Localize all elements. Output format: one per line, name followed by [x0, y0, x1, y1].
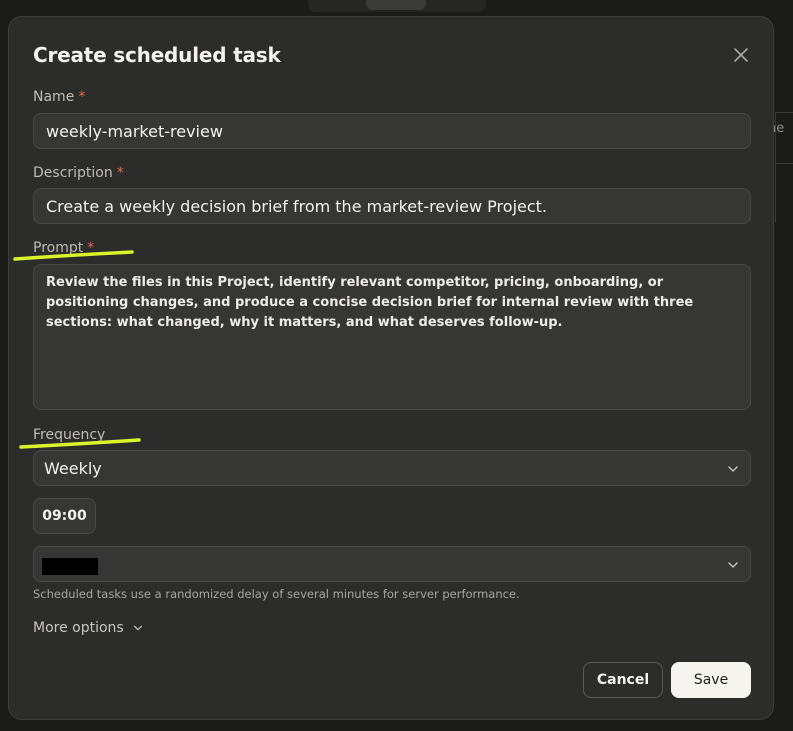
- more-options-toggle[interactable]: More options: [33, 620, 144, 636]
- frequency-label: Frequency: [33, 427, 106, 443]
- more-options-label: More options: [33, 620, 124, 636]
- scheduling-hint: Scheduled tasks use a randomized delay o…: [33, 587, 520, 601]
- close-icon[interactable]: [731, 45, 751, 65]
- create-scheduled-task-dialog: Create scheduled task Name* Description*…: [8, 16, 774, 720]
- frequency-value: Weekly: [44, 459, 102, 478]
- prompt-textarea[interactable]: Review the files in this Project, identi…: [33, 264, 751, 410]
- save-button[interactable]: Save: [671, 662, 751, 698]
- name-label: Name *: [33, 89, 85, 105]
- chevron-down-icon: [728, 466, 738, 472]
- description-required-marker: *: [116, 165, 124, 181]
- description-label-text: Description: [33, 165, 113, 181]
- time-input[interactable]: 09:00: [33, 498, 96, 534]
- timezone-select[interactable]: [33, 546, 751, 582]
- background-tab-active: [366, 0, 426, 10]
- description-input[interactable]: [33, 188, 751, 224]
- redacted-value: [42, 558, 98, 575]
- name-required-marker: *: [78, 89, 86, 105]
- description-label: Description *: [33, 165, 124, 181]
- background-divider: [775, 163, 793, 164]
- prompt-required-marker: *: [87, 240, 95, 256]
- name-label-text: Name: [33, 89, 75, 105]
- dialog-title: Create scheduled task: [33, 43, 281, 67]
- cancel-button[interactable]: Cancel: [583, 662, 663, 698]
- name-input[interactable]: [33, 113, 751, 149]
- frequency-select[interactable]: Weekly: [33, 450, 751, 486]
- prompt-label: Prompt *: [33, 240, 94, 256]
- prompt-label-text: Prompt: [33, 240, 84, 256]
- chevron-down-icon: [134, 625, 143, 631]
- chevron-down-icon: [728, 562, 738, 568]
